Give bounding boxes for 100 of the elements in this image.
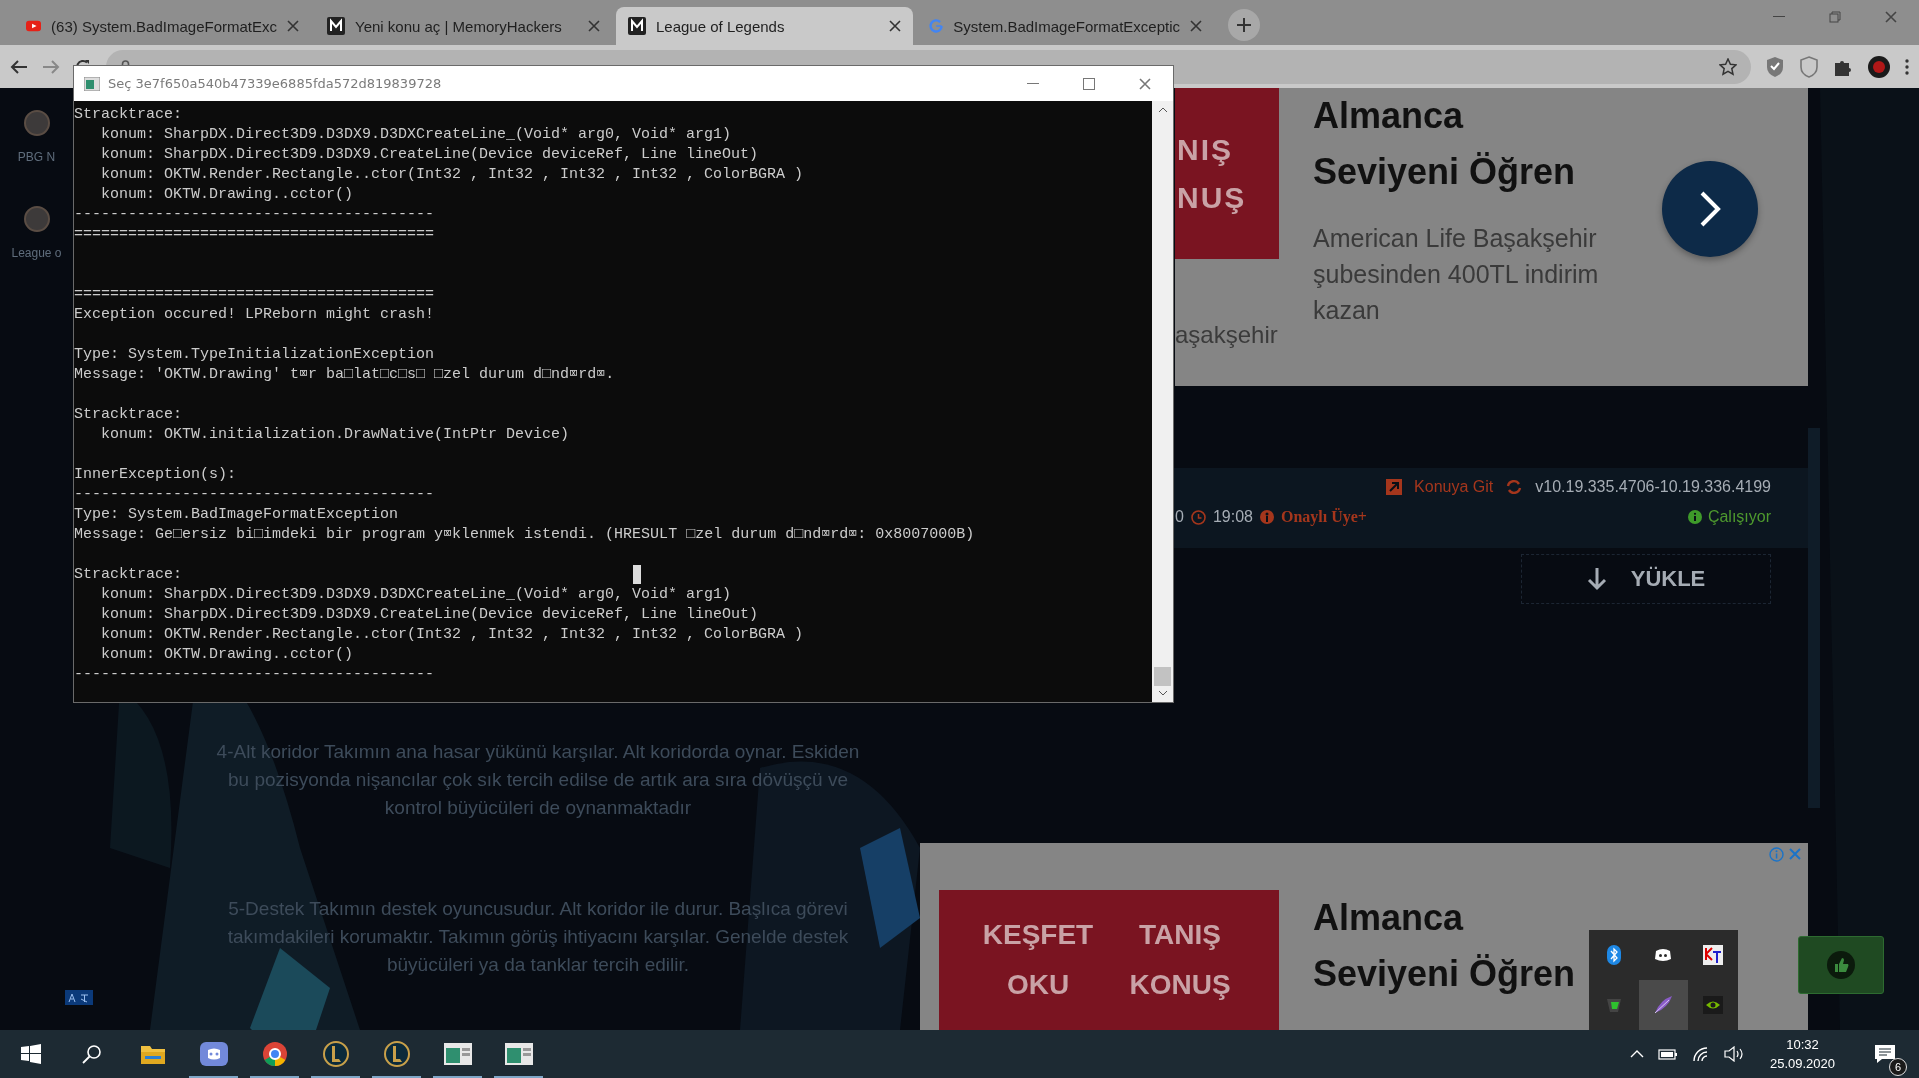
ad-title: Almanca Seviyeni Öğren xyxy=(1313,94,1577,194)
scrollbar[interactable] xyxy=(1152,101,1173,702)
external-link-icon xyxy=(1386,479,1403,495)
next-button[interactable] xyxy=(1662,161,1758,257)
tab-title: System.BadImageFormatExceptic xyxy=(953,17,1180,35)
ad-caption: aşakşehir xyxy=(1175,321,1279,349)
like-button[interactable] xyxy=(1798,936,1884,994)
m-logo-icon xyxy=(628,17,646,35)
chevron-right-icon xyxy=(1698,189,1722,229)
console-line: konum: SharpDX.Direct3D9.D3DX9.CreateLine(Device deviceRef, Line lineOut) xyxy=(100,145,759,165)
date-text: 0 xyxy=(1175,508,1184,526)
close-icon xyxy=(287,20,299,32)
game-logo-icon xyxy=(383,1041,410,1067)
g-logo-icon xyxy=(929,17,944,35)
console-line: ======================================== xyxy=(74,285,435,305)
close-tab-button[interactable] xyxy=(889,20,901,32)
close-tab-button[interactable] xyxy=(588,20,600,32)
browser-tab[interactable]: Yeni konu aç | MemoryHackers xyxy=(315,7,612,45)
translate-icon[interactable] xyxy=(65,990,93,1005)
chevron-up-icon[interactable] xyxy=(1629,1050,1644,1058)
close-icon xyxy=(1139,77,1151,90)
rank-text: Onaylı Üye+ xyxy=(1280,508,1367,526)
console-line: Stracktrace: xyxy=(74,105,183,125)
kt-logo-icon xyxy=(1703,945,1724,965)
browser-tab[interactable]: (63) System.BadImageFormatExc xyxy=(14,7,311,45)
ad-image: KEŞFET TANIŞ OKU KONUŞ xyxy=(939,890,1279,1030)
time-text: 19:08 xyxy=(1212,508,1253,526)
member-icon xyxy=(1259,510,1274,524)
menu-icon[interactable] xyxy=(1905,58,1909,75)
m-logo-icon xyxy=(327,17,345,35)
feather-icon xyxy=(1652,994,1675,1016)
console-line: ---------------------------------------- xyxy=(74,205,435,225)
sidebar-label[interactable]: PBG N xyxy=(17,150,56,164)
console-line: ---------------------------------------- xyxy=(74,485,435,505)
download-button[interactable]: YÜKLE xyxy=(1521,554,1771,604)
maximize-icon xyxy=(1083,77,1095,90)
console-line: Message: Ge□ersiz bi□imdeki bir program y⌧klenmek istendi. (HRESULT □zel durum d□nd⌧rd⌧: 0x8007000B) xyxy=(74,525,975,545)
tab-title: Yeni konu aç | MemoryHackers xyxy=(355,17,563,35)
console-line: konum: OKTW.initialization.DrawNative(IntPtr Device) xyxy=(100,425,570,445)
info-icon xyxy=(1687,510,1702,524)
search-icon xyxy=(81,1044,102,1064)
minimize-icon xyxy=(1027,82,1039,85)
folder-icon xyxy=(139,1043,166,1065)
new-tab-button[interactable] xyxy=(1228,9,1260,41)
close-tab-button[interactable] xyxy=(287,20,299,32)
console-line: ---------------------------------------- xyxy=(74,665,435,685)
scroll-thumb[interactable] xyxy=(1154,667,1171,686)
avatar-icon[interactable] xyxy=(1867,54,1891,79)
sidebar-label[interactable]: League o xyxy=(11,246,62,260)
discord-icon xyxy=(1654,948,1673,962)
status-text: Çalışıyor xyxy=(1707,508,1771,526)
volume-icon[interactable] xyxy=(1723,1046,1744,1062)
console-line: konum: OKTW.Drawing..cctor() xyxy=(100,645,354,665)
topic-link[interactable]: Konuya Git xyxy=(1414,478,1494,496)
console-line: konum: OKTW.Render.Rectangle..ctor(Int32 , Int32 , Int32 , Int32 , ColorBGRA ) xyxy=(100,625,804,645)
back-button[interactable] xyxy=(10,58,28,75)
notification-icon xyxy=(1874,1044,1896,1064)
wifi-icon[interactable] xyxy=(1691,1046,1710,1062)
tab-title: League of Legends xyxy=(656,17,786,35)
shield-icon[interactable] xyxy=(1765,55,1785,78)
close-icon xyxy=(588,20,600,32)
window-title: Seç 3e7f650a540b47339e6885fda572d819839728 xyxy=(108,76,442,91)
console-line: Type: System.TypeInitializationException xyxy=(74,345,435,365)
game-logo-icon xyxy=(322,1041,349,1067)
console-line: Stracktrace: xyxy=(74,565,183,585)
close-tab-button[interactable] xyxy=(1190,20,1202,32)
console-line: konum: OKTW.Render.Rectangle..ctor(Int32 , Int32 , Int32 , Int32 , ColorBGRA ) xyxy=(100,165,804,185)
app-window-icon xyxy=(504,1043,533,1065)
ad-title: Almanca Seviyeni Öğren xyxy=(1313,896,1576,996)
star-icon[interactable] xyxy=(1719,57,1737,76)
scroll-down-icon[interactable] xyxy=(1157,690,1168,696)
console-line: konum: SharpDX.Direct3D9.D3DX9.CreateLine(Device deviceRef, Line lineOut) xyxy=(100,605,759,625)
discord-icon xyxy=(199,1042,228,1066)
chrome-icon xyxy=(261,1041,288,1067)
ad-image: NIŞ NUŞ xyxy=(1175,88,1279,259)
video-play-icon xyxy=(26,19,42,33)
clock[interactable]: 10:32 25.09.2020 xyxy=(1757,1035,1847,1073)
console-line: konum: OKTW.Drawing..cctor() xyxy=(100,185,354,205)
scroll-up-icon[interactable] xyxy=(1157,107,1168,113)
battery-icon[interactable] xyxy=(1657,1048,1678,1060)
shield-icon xyxy=(1604,996,1623,1014)
browser-tab[interactable]: System.BadImageFormatExceptic xyxy=(917,7,1214,45)
bluetooth-icon xyxy=(1606,945,1621,965)
text-cursor xyxy=(633,565,641,584)
notification-count: 6 xyxy=(1889,1058,1907,1076)
minimize-icon xyxy=(1773,16,1785,18)
console-line: ======================================== xyxy=(74,225,435,245)
refresh-icon xyxy=(1505,479,1524,495)
console-line: Stracktrace: xyxy=(74,405,183,425)
thumbs-up-icon xyxy=(1826,950,1856,980)
down-arrow-icon xyxy=(1586,567,1607,591)
console-line: Exception occured! LPReborn might crash! xyxy=(74,305,435,325)
browser-tab[interactable]: League of Legends xyxy=(616,7,913,45)
console-line: Type: System.BadImageFormatException xyxy=(74,505,399,525)
ad-description: American Life Başakşehir şubesinden 400TL indirim kazan xyxy=(1313,223,1599,326)
plus-icon xyxy=(1237,18,1251,32)
tab-title: (63) System.BadImageFormatExc xyxy=(51,17,277,35)
notifications-button[interactable]: 6 xyxy=(1861,1030,1909,1078)
shield-icon[interactable] xyxy=(1799,55,1819,78)
console-line: konum: SharpDX.Direct3D9.D3DX9.D3DXCreateLine_(Void* arg0, Void* arg1) xyxy=(100,585,732,605)
